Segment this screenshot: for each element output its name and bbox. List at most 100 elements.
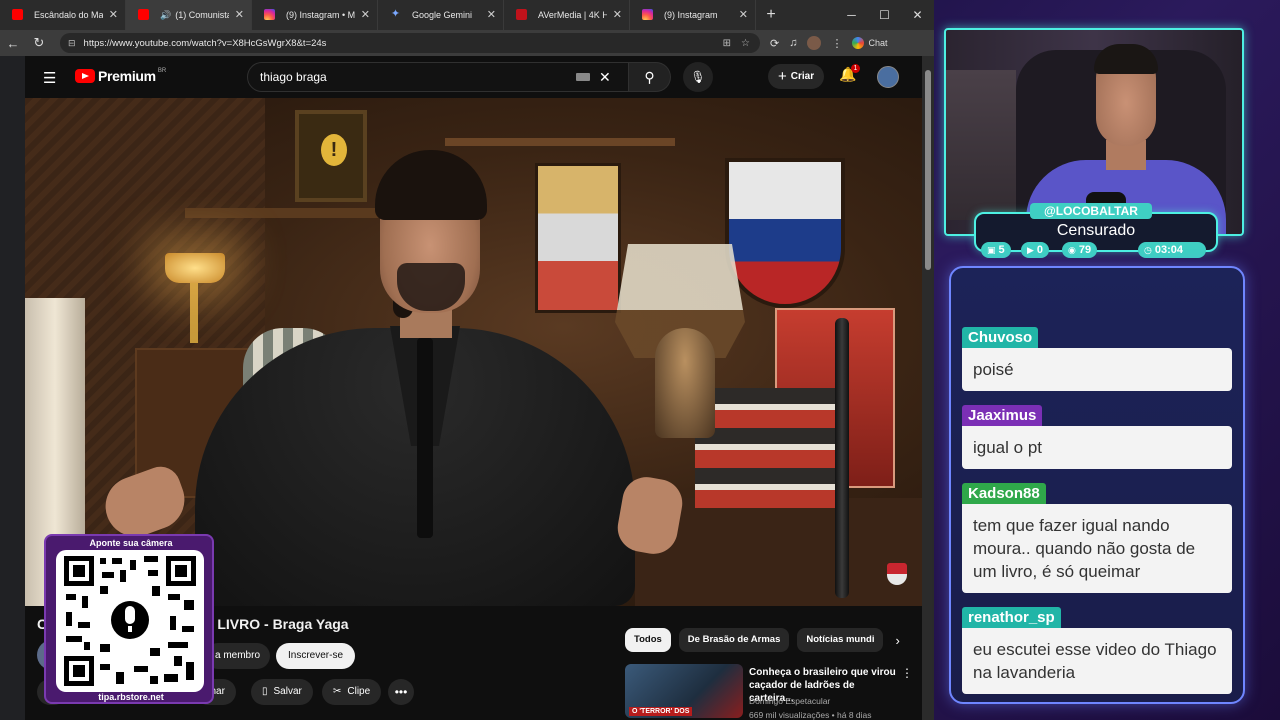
tab-avermedia[interactable]: AVerMedia | 4K HDMI ✕ — [504, 0, 630, 30]
youtube-icon — [12, 9, 23, 20]
close-icon[interactable]: ✕ — [613, 8, 622, 21]
tab-escandalo[interactable]: Escândalo do Master s ✕ — [0, 0, 126, 30]
close-icon[interactable]: ✕ — [487, 8, 496, 21]
chat-label: Chat — [868, 38, 888, 48]
youtube-icon — [138, 9, 149, 20]
bookmark-icon: ▯ — [262, 686, 268, 697]
stat-value: 79 — [1078, 244, 1092, 256]
timer-value: 03:04 — [1154, 244, 1183, 256]
speaker-icon[interactable]: 🔊 — [160, 10, 171, 21]
stream-title: Censurado — [1056, 222, 1136, 239]
chat-message: poisé — [962, 348, 1232, 391]
chat-message: eu escutei esse video do Thiago na lavan… — [962, 628, 1232, 694]
kick-icon: ◉ — [1068, 244, 1076, 255]
copilot-icon — [852, 37, 865, 49]
back-icon[interactable]: ← — [0, 36, 26, 51]
chat-username: Kadson88 — [962, 483, 1046, 505]
site-info-icon[interactable]: ⊟ — [68, 38, 76, 49]
logo-text: Premium — [98, 68, 156, 84]
chevron-right-icon[interactable]: › — [895, 633, 899, 648]
recommendation-thumbnail[interactable]: O 'TERROR' DOS — [625, 664, 743, 718]
chip-noticias[interactable]: Notícias mundi — [797, 628, 884, 652]
avermedia-icon — [516, 9, 527, 20]
clear-search-icon[interactable]: ✕ — [599, 69, 611, 86]
new-tab-button[interactable]: + — [756, 6, 786, 24]
clip-button[interactable]: ✂ Clipe — [322, 679, 382, 705]
recommendation-menu-icon[interactable]: ⋮ — [901, 666, 913, 680]
bookmark-star-icon[interactable]: ☆ — [741, 38, 750, 49]
media-control-icon[interactable]: ♫ — [789, 37, 797, 49]
youtube-logo[interactable]: Premium BR — [75, 68, 166, 84]
close-icon[interactable]: ✕ — [109, 8, 118, 21]
gemini-icon: ✦ — [390, 8, 401, 20]
maximize-icon[interactable]: ☐ — [868, 8, 901, 22]
chat-username: Jaaximus — [962, 405, 1043, 427]
tab-title: (1) Comunista CHI — [175, 10, 229, 20]
scrollbar-thumb[interactable] — [925, 70, 931, 270]
copilot-chat-button[interactable]: Chat — [852, 37, 887, 49]
webcam-person-hair — [1094, 44, 1158, 74]
app-install-icon[interactable]: ⊞ — [723, 38, 731, 49]
hamburger-menu-icon[interactable]: ☰ — [43, 69, 56, 87]
chat-message: tem que fazer igual nando moura.. quando… — [962, 504, 1232, 593]
tab-title: AVerMedia | 4K HDMI — [538, 10, 607, 20]
logo-region: BR — [157, 68, 167, 74]
recommendation-meta: 669 mil visualizações • há 8 dias — [749, 710, 872, 720]
keyboard-icon[interactable] — [576, 73, 590, 81]
video-lamp — [165, 253, 225, 283]
save-button[interactable]: ▯ Salvar — [251, 679, 313, 705]
close-icon[interactable]: ✕ — [235, 8, 244, 21]
stat-kick-viewers: ◉ 79 — [1062, 242, 1098, 258]
tab-gemini[interactable]: ✦ Google Gemini ✕ — [378, 0, 504, 30]
search-input[interactable] — [260, 70, 560, 84]
close-icon[interactable]: ✕ — [739, 8, 748, 21]
tab-title: Escândalo do Master s — [34, 10, 103, 20]
window-controls: ─ ☐ ✕ — [835, 8, 934, 22]
extensions-icon[interactable]: ⟳ — [770, 37, 779, 50]
url-field[interactable]: ⊟ https://www.youtube.com/watch?v=X8HcGs… — [60, 33, 760, 53]
browser-window: Escândalo do Master s ✕ 🔊 (1) Comunista … — [0, 0, 934, 720]
video-lamp-stand — [190, 283, 198, 343]
video-book-stack — [695, 388, 835, 508]
clip-label: Clipe — [347, 686, 371, 697]
close-icon[interactable]: ✕ — [361, 8, 370, 21]
video-player[interactable] — [25, 98, 922, 606]
video-shield — [725, 158, 845, 308]
tab-instagram[interactable]: (9) Instagram ✕ — [630, 0, 756, 30]
stream-timer: ◷ 03:04 — [1138, 242, 1206, 258]
qr-code — [56, 550, 204, 692]
channel-watermark-icon[interactable] — [887, 563, 907, 585]
qr-code-graphic — [64, 556, 196, 686]
chip-todos[interactable]: Todos — [625, 628, 671, 652]
chip-brasao[interactable]: De Brasão de Armas — [678, 628, 790, 652]
video-posters — [535, 163, 621, 313]
youtube-page: ☰ Premium BR ✕ ⚲ 🎙 + Criar 🔔 1 — [25, 56, 922, 720]
stat-youtube-viewers: ▶ 0 — [1021, 242, 1050, 258]
video-person-tie — [417, 338, 433, 538]
join-button[interactable]: a membro — [205, 643, 271, 669]
more-actions-button[interactable]: ••• — [388, 679, 414, 705]
close-window-icon[interactable]: ✕ — [901, 8, 934, 22]
search-button[interactable]: ⚲ — [629, 62, 671, 92]
recommendation-channel[interactable]: Domingo Espetacular — [749, 696, 830, 706]
tab-comunista[interactable]: 🔊 (1) Comunista CHI ✕ — [126, 0, 252, 30]
minimize-icon[interactable]: ─ — [835, 8, 868, 22]
clock-icon: ◷ — [1144, 244, 1152, 255]
video-framed-poster — [295, 110, 367, 202]
video-person-hair — [375, 150, 487, 220]
youtube-header: ☰ Premium BR ✕ ⚲ 🎙 + Criar 🔔 1 — [25, 56, 922, 98]
account-avatar[interactable] — [877, 66, 899, 88]
search-box: ✕ — [247, 62, 629, 92]
streamer-handle: @LOCOBALTAR — [1030, 203, 1152, 219]
video-shelf-top — [445, 138, 675, 146]
voice-search-icon[interactable]: 🎙 — [683, 62, 713, 92]
thumbnail-label: O 'TERROR' DOS — [629, 707, 693, 716]
menu-dots-icon[interactable]: ⋮ — [831, 37, 842, 50]
create-button[interactable]: + Criar — [768, 64, 825, 89]
reload-icon[interactable]: ↻ — [26, 35, 52, 51]
create-label: Criar — [790, 71, 815, 82]
tab-instagram-messages[interactable]: (9) Instagram • Mensa ✕ — [252, 0, 378, 30]
subscribe-button[interactable]: Inscrever-se — [276, 643, 356, 669]
page-scrollbar[interactable] — [922, 56, 934, 720]
profile-avatar[interactable] — [807, 36, 822, 50]
